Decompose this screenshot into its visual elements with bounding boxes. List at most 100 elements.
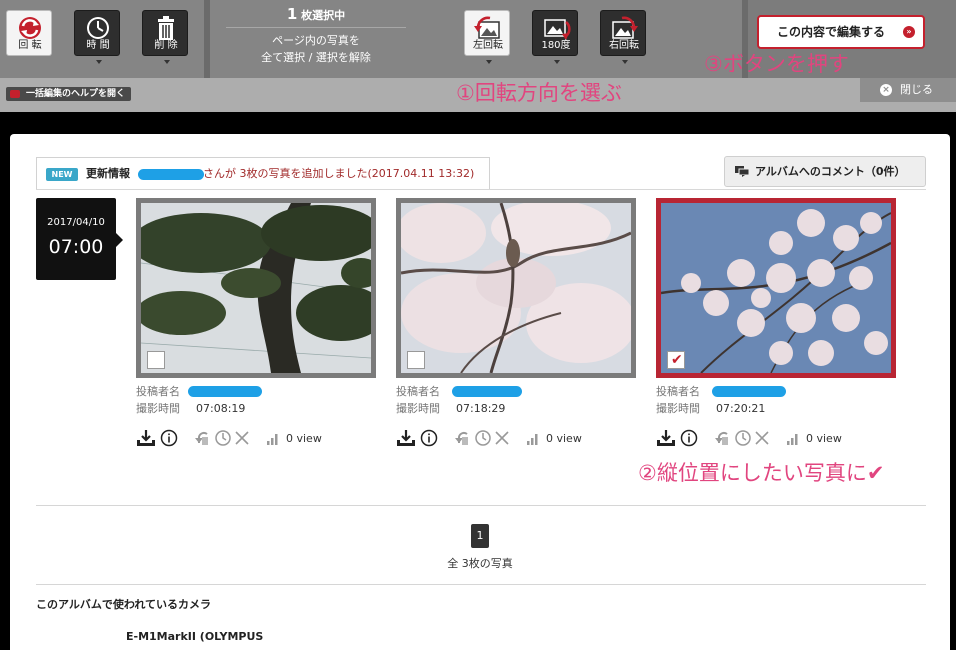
toolbar-separator [204, 0, 210, 78]
pagination-page-1[interactable]: 1 [471, 524, 489, 548]
open-help-label: 一括編集のヘルプを開く [26, 89, 126, 99]
close-icon [235, 431, 249, 445]
close-editor-button[interactable]: × 閉じる [860, 78, 956, 102]
delete-mode-label: 削 除 [154, 40, 178, 51]
rotate-left-icon [195, 431, 208, 445]
update-info-message: さんが 3枚の写真を追加しました(2017.04.11 13:32) [203, 167, 475, 180]
rotate-180-button[interactable]: 180度 [532, 10, 578, 64]
double-chevron-right-icon: » [903, 26, 915, 38]
chevron-down-icon [486, 60, 492, 64]
divider [36, 584, 926, 585]
select-all-toggle-link[interactable]: 全て選択 / 選択を解除 [226, 49, 406, 66]
rotate-mode-label: 回 転 [18, 40, 42, 51]
rotate-180-label: 180度 [541, 40, 571, 51]
photo-thumbnail-1[interactable] [136, 198, 376, 378]
chevron-down-icon [622, 60, 628, 64]
delete-mode-button[interactable]: 削 除 [142, 10, 188, 64]
clock-icon [735, 430, 751, 446]
redacted-poster-name [452, 386, 522, 397]
rotate-right-button[interactable]: 右回転 [600, 10, 646, 64]
rotate-left-icon [455, 431, 468, 445]
shot-time-key: 撮影時間 [656, 402, 700, 415]
album-comment-button[interactable]: アルバムへのコメント（0件） [724, 156, 926, 187]
photo-image-pine-tree [141, 203, 371, 373]
selection-count-number: 1 [286, 5, 298, 23]
photo-meta-1: 投稿者名 撮影時間 07:08:19 [136, 383, 376, 417]
poster-row: 投稿者名 [396, 383, 636, 400]
info-icon[interactable] [420, 429, 438, 447]
photo-select-checkbox[interactable]: ✔ [667, 351, 685, 369]
close-editor-label: 閉じる [900, 83, 933, 96]
checkmark-icon: ✔ [671, 352, 683, 368]
poster-row: 投稿者名 [136, 383, 376, 400]
poster-key: 投稿者名 [656, 385, 700, 398]
apply-edit-label: この内容で編集する [777, 25, 886, 39]
view-count: 0 view [266, 431, 322, 447]
update-info-tab: NEW 更新情報 さんが 3枚の写真を追加しました(2017.04.11 13:… [36, 157, 490, 189]
time-mode-button[interactable]: 時 間 [74, 10, 120, 64]
camera-name: E-M1MarkII (OLYMPUS [126, 630, 264, 643]
chevron-down-icon [554, 60, 560, 64]
info-icon[interactable] [160, 429, 178, 447]
rotate-180-icon [544, 19, 571, 40]
download-icon[interactable] [656, 429, 676, 447]
album-comment-label: アルバムへのコメント（0件） [755, 165, 906, 178]
time-mode-label: 時 間 [86, 40, 110, 51]
photo-actions-1: 0 view [136, 429, 376, 449]
rotate-mode-button[interactable]: 回 転 [6, 10, 52, 56]
redacted-poster-name [188, 386, 262, 397]
photo-select-checkbox[interactable] [147, 351, 165, 369]
view-count: 0 view [786, 431, 842, 447]
camera-section-title: このアルバムで使われているカメラ [36, 598, 212, 611]
photo-actions-3: 0 view [656, 429, 896, 449]
photo-meta-3: 投稿者名 撮影時間 07:20:21 [656, 383, 896, 417]
redacted-poster-name [712, 386, 786, 397]
bar-chart-icon [527, 434, 538, 445]
view-count-text: 0 view [806, 432, 842, 445]
close-icon: × [880, 84, 892, 96]
poster-key: 投稿者名 [396, 385, 440, 398]
photo-thumbnail-2[interactable] [396, 198, 636, 378]
poster-row: 投稿者名 [656, 383, 896, 400]
photo-thumbnail-3[interactable]: ✔ [656, 198, 896, 378]
redacted-user-name [138, 169, 204, 180]
selection-count: 1 枚選択中 [226, 6, 406, 24]
divider [36, 505, 926, 506]
download-icon[interactable] [136, 429, 156, 447]
trash-icon [158, 16, 174, 40]
update-info-heading: 更新情報 [86, 167, 130, 180]
close-icon [495, 431, 509, 445]
chevron-down-icon [164, 60, 170, 64]
info-icon[interactable] [680, 429, 698, 447]
view-count: 0 view [526, 431, 582, 447]
date-group-header: 2017/04/10 07:00 [36, 198, 123, 280]
comment-icon [735, 166, 749, 177]
open-help-button[interactable]: 一括編集のヘルプを開く [6, 87, 132, 101]
photo-select-checkbox[interactable] [407, 351, 425, 369]
annotation-step-2: ②縦位置にしたい写真に✔ [638, 461, 885, 485]
selection-info: 1 枚選択中 ページ内の写真を 全て選択 / 選択を解除 [226, 6, 406, 66]
date-arrow [116, 233, 123, 247]
shot-time-row: 撮影時間 07:18:29 [396, 400, 636, 417]
help-icon [10, 90, 20, 98]
divider [226, 27, 406, 28]
rotate-icon [19, 17, 41, 39]
rotate-left-button[interactable]: 左回転 [464, 10, 510, 64]
total-photo-count: 全 3枚の写真 [447, 557, 513, 570]
group-time: 07:00 [48, 236, 104, 258]
download-icon[interactable] [396, 429, 416, 447]
bar-chart-icon [267, 434, 278, 445]
selection-count-suffix: 枚選択中 [301, 9, 346, 22]
clock-icon [87, 17, 109, 39]
photo-image-cherry-blossom-sky [661, 203, 891, 373]
clock-icon [475, 430, 491, 446]
rotate-left-label: 左回転 [473, 40, 503, 51]
annotation-step-1: ①回転方向を選ぶ [456, 81, 622, 105]
bar-chart-icon [787, 434, 798, 445]
view-count-text: 0 view [546, 432, 582, 445]
clock-icon [215, 430, 231, 446]
rotate-left-icon [715, 431, 728, 445]
view-count-text: 0 view [286, 432, 322, 445]
apply-edit-button[interactable]: この内容で編集する » [757, 15, 925, 49]
shot-time-value: 07:20:21 [716, 402, 766, 415]
